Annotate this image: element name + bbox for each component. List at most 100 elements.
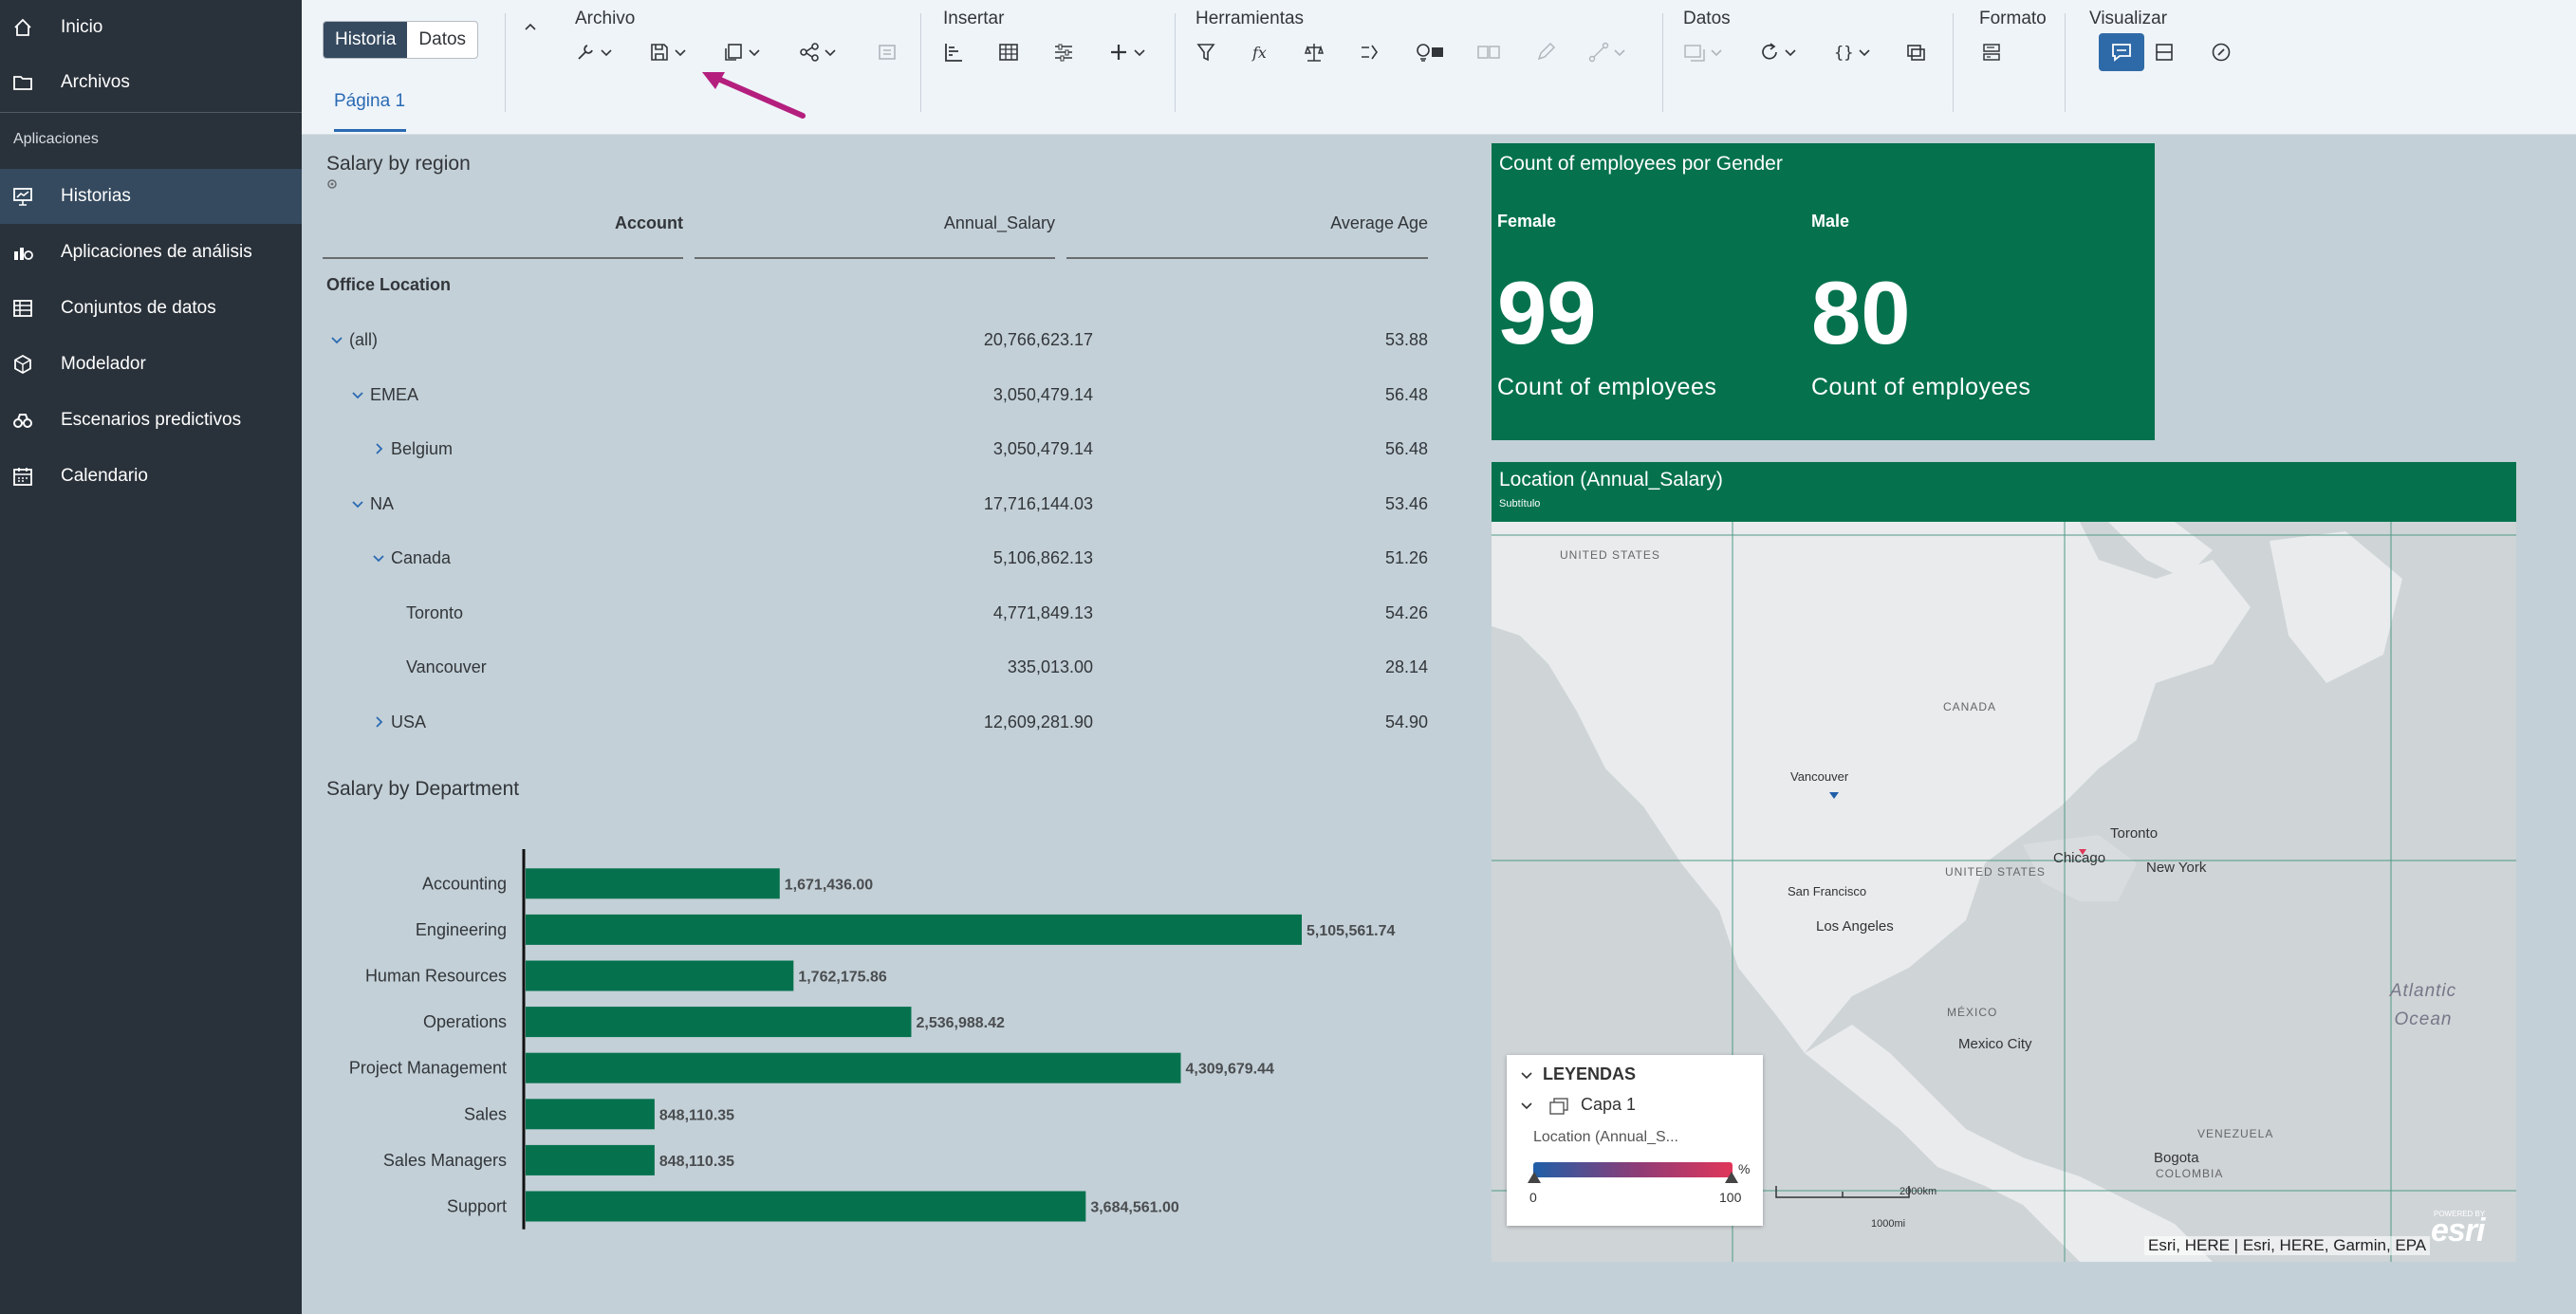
- insert-input-control-button[interactable]: [1053, 36, 1074, 68]
- connector-button[interactable]: [1588, 36, 1626, 68]
- nav-item-escenarios-predictivos[interactable]: Escenarios predictivos: [0, 393, 302, 448]
- chevron-down-icon: [1859, 49, 1870, 57]
- smart-insights-button[interactable]: [1414, 36, 1446, 68]
- bar[interactable]: [526, 868, 780, 899]
- table-row[interactable]: Canada 5,106,862.13 51.26: [323, 531, 1428, 584]
- nav-item-label: Historias: [61, 186, 131, 206]
- bar[interactable]: [526, 914, 1302, 945]
- chevron-down-icon[interactable]: [351, 388, 364, 402]
- bar[interactable]: [526, 960, 794, 991]
- cell-average-age: 54.90: [1384, 712, 1428, 731]
- data-view-button[interactable]: [1905, 36, 1926, 68]
- table-row[interactable]: Vancouver 335,013.00 28.14: [323, 640, 1428, 694]
- mode-data-button[interactable]: Datos: [407, 22, 477, 58]
- refresh-button[interactable]: [1759, 36, 1797, 68]
- formula-button[interactable]: fx: [1251, 36, 1271, 68]
- header-underline: [695, 257, 1055, 259]
- comment-mode-button[interactable]: [2099, 33, 2144, 71]
- bar-value-label: 3,684,561.00: [1090, 1200, 1179, 1216]
- chevron-down-icon[interactable]: [351, 497, 364, 511]
- grid-view-button[interactable]: [2154, 36, 2175, 68]
- bar[interactable]: [526, 1144, 655, 1175]
- mode-story-button[interactable]: Historia: [324, 22, 408, 58]
- salary-by-region-table: Account Annual_Salary Average Age Office…: [323, 213, 1428, 745]
- row-label: NA: [370, 493, 395, 513]
- cell-annual-salary: 3,050,479.14: [992, 439, 1093, 458]
- split-view-icon: [2156, 44, 2173, 61]
- scripting-button[interactable]: {}: [1833, 36, 1871, 68]
- cell-annual-salary: 5,106,862.13: [992, 548, 1093, 567]
- bar[interactable]: [526, 1099, 655, 1130]
- map-subtitle: Subtítulo: [1499, 498, 1541, 509]
- linked-analysis-button[interactable]: [1476, 36, 1501, 68]
- filter-button[interactable]: [1195, 36, 1216, 68]
- slider-icon: [1055, 44, 1072, 62]
- data-source-button[interactable]: [1683, 36, 1723, 68]
- chevron-down-icon[interactable]: [1520, 1068, 1533, 1082]
- explorer-button[interactable]: [2211, 36, 2232, 68]
- nav-item-calendario[interactable]: Calendario: [0, 449, 302, 504]
- save-button[interactable]: [649, 36, 687, 68]
- nav-item-historias[interactable]: Historias: [0, 169, 302, 224]
- map-label-toronto: Toronto: [2110, 825, 2159, 842]
- insert-table-button[interactable]: [998, 36, 1019, 68]
- annotation-arrow: [702, 72, 806, 119]
- smart-transform-button[interactable]: [1359, 36, 1380, 68]
- cell-average-age: 54.26: [1384, 602, 1428, 622]
- bar[interactable]: [526, 1052, 1181, 1083]
- nav-item-archivos[interactable]: Archivos: [0, 55, 302, 110]
- nav-item-modelador[interactable]: Modelador: [0, 337, 302, 392]
- tab-pagina-1[interactable]: Página 1: [334, 91, 405, 112]
- row-label: (all): [349, 330, 378, 349]
- kpi-category-male: Male: [1811, 212, 1850, 231]
- mode-switch: Historia Datos: [323, 21, 479, 59]
- legend-min-handle: [1528, 1172, 1541, 1183]
- table-row[interactable]: NA 17,716,144.03 53.46: [323, 477, 1428, 530]
- cell-average-age: 28.14: [1384, 657, 1428, 676]
- table-row[interactable]: Toronto 4,771,849.13 54.26: [323, 586, 1428, 639]
- chevron-down-icon: [1614, 49, 1625, 57]
- edit-tools-button[interactable]: [575, 36, 613, 68]
- modeler-icon: [11, 353, 34, 376]
- publish-button[interactable]: [877, 36, 898, 68]
- chevron-down-icon[interactable]: [1520, 1099, 1533, 1112]
- toolbar-separator: [2065, 13, 2066, 112]
- count-by-gender-numeric-chart: Count of employees por Gender Female 99 …: [1492, 143, 2155, 440]
- bar[interactable]: [526, 1007, 912, 1038]
- copy-button[interactable]: [723, 36, 761, 68]
- compare-button[interactable]: [1304, 36, 1325, 68]
- kpi-value-female: 99: [1497, 263, 1597, 362]
- group-formato-label: Formato: [1979, 9, 2047, 28]
- toolbar-separator: [505, 13, 506, 112]
- copy-icon: [725, 44, 742, 61]
- map-label-atlantic-ocean: Atlantic Ocean: [2389, 981, 2457, 1029]
- table-row[interactable]: USA 12,609,281.90 54.90: [323, 695, 1428, 749]
- column-header-account[interactable]: Account: [323, 213, 683, 233]
- table-row[interactable]: EMEA 3,050,479.14 56.48: [323, 368, 1428, 421]
- nav-item-aplicaciones-analisis[interactable]: Aplicaciones de análisis: [0, 225, 302, 280]
- legend-min: 0: [1529, 1190, 1537, 1205]
- bar-value-label: 848,110.35: [659, 1107, 734, 1123]
- insert-chart-button[interactable]: [943, 36, 964, 68]
- share-button[interactable]: [799, 36, 837, 68]
- bar[interactable]: [526, 1191, 1086, 1222]
- chevron-down-icon[interactable]: [330, 333, 343, 347]
- pen-tool-button[interactable]: [1535, 36, 1556, 68]
- map-legend[interactable]: LEYENDAS Capa 1 Location (Annual_S... % …: [1507, 1055, 1763, 1226]
- table-row[interactable]: (all) 20,766,623.17 53.88: [323, 313, 1428, 366]
- insert-more-button[interactable]: [1108, 36, 1146, 68]
- collapse-toolbar-button[interactable]: [524, 11, 537, 44]
- column-header-average-age[interactable]: Average Age: [1066, 213, 1428, 233]
- chevron-down-icon[interactable]: [372, 551, 385, 565]
- format-layout-button[interactable]: [1981, 36, 2002, 68]
- legend-unit: %: [1738, 1161, 1751, 1176]
- nav-item-inicio[interactable]: Inicio: [0, 0, 302, 55]
- table-row[interactable]: Belgium 3,050,479.14 56.48: [323, 422, 1428, 475]
- chevron-right-icon[interactable]: [372, 715, 385, 730]
- nav-item-conjuntos-datos[interactable]: Conjuntos de datos: [0, 281, 302, 336]
- column-header-annual-salary[interactable]: Annual_Salary: [695, 213, 1055, 233]
- folder-icon: [11, 71, 34, 94]
- windows-icon: [1907, 45, 1925, 61]
- map-label-san-francisco: San Francisco: [1788, 884, 1867, 898]
- chevron-right-icon[interactable]: [372, 442, 385, 456]
